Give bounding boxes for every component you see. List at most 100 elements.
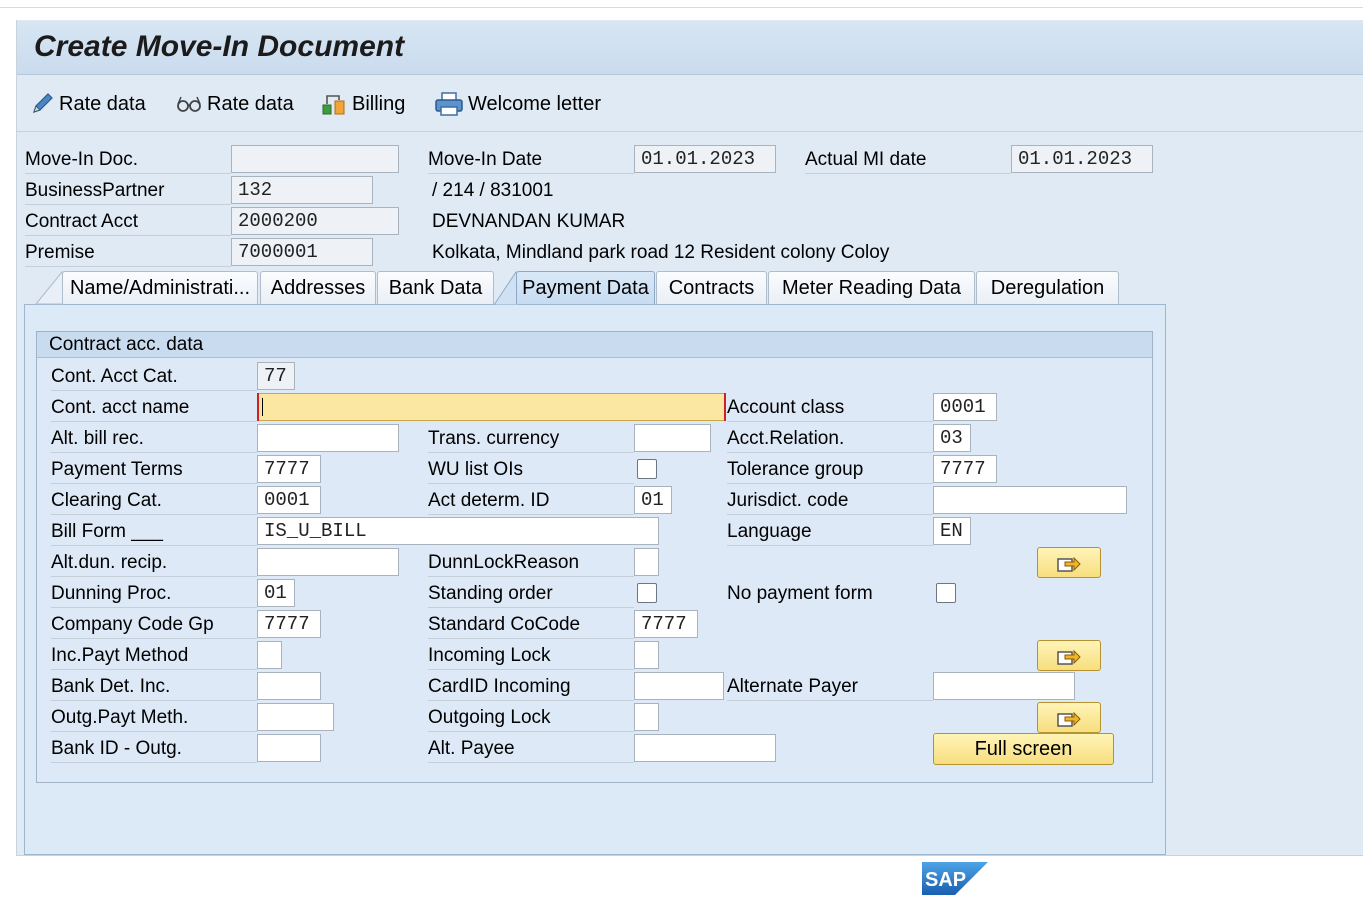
tab-name-administration[interactable]: Name/Administrati... bbox=[62, 271, 258, 304]
tab-deregulation[interactable]: Deregulation bbox=[976, 271, 1119, 304]
printer-icon bbox=[435, 92, 463, 116]
bill-form-label: Bill Form ___ bbox=[51, 518, 257, 546]
cont-acct-cat-label: Cont. Acct Cat. bbox=[51, 363, 257, 391]
rate-data-edit-button[interactable]: Rate data bbox=[31, 90, 146, 118]
dunning-proc-label: Dunning Proc. bbox=[51, 580, 257, 608]
full-screen-button[interactable]: Full screen bbox=[933, 733, 1114, 765]
account-class-field[interactable]: 0001 bbox=[933, 393, 997, 421]
cardid-incoming-label: CardID Incoming bbox=[428, 673, 634, 701]
payment-terms-field[interactable]: 7777 bbox=[257, 455, 321, 483]
rate-data-display-button[interactable]: Rate data bbox=[175, 90, 294, 118]
alt-dun-recip-field[interactable] bbox=[257, 548, 399, 576]
bank-id-outg-label: Bank ID - Outg. bbox=[51, 735, 257, 763]
billing-icon bbox=[322, 95, 345, 115]
cont-acct-cat-field[interactable]: 77 bbox=[257, 362, 295, 390]
outgoing-lock-label: Outgoing Lock bbox=[428, 704, 634, 732]
tab-meter-reading-data[interactable]: Meter Reading Data bbox=[768, 271, 975, 304]
payment-terms-label: Payment Terms bbox=[51, 456, 257, 484]
wu-list-ois-checkbox[interactable] bbox=[637, 459, 657, 479]
contract-acct-field[interactable]: 2000200 bbox=[231, 207, 399, 235]
act-determ-id-field[interactable]: 01 bbox=[634, 486, 672, 514]
premise-address-text: Kolkata, Mindland park road 12 Resident … bbox=[432, 242, 890, 263]
act-determ-id-label: Act determ. ID bbox=[428, 487, 634, 515]
language-field[interactable]: EN bbox=[933, 517, 971, 545]
move-in-doc-field[interactable] bbox=[231, 145, 399, 173]
contract-acct-name-text: DEVNANDAN KUMAR bbox=[432, 211, 626, 232]
move-in-date-field[interactable]: 01.01.2023 bbox=[634, 145, 776, 173]
detail-button-2[interactable] bbox=[1037, 640, 1101, 671]
bank-det-inc-label: Bank Det. Inc. bbox=[51, 673, 257, 701]
standard-cocode-field[interactable]: 7777 bbox=[634, 610, 698, 638]
cardid-incoming-field[interactable] bbox=[634, 672, 724, 700]
detail-arrow-icon bbox=[1057, 711, 1081, 727]
move-in-date-label: Move-In Date bbox=[428, 146, 634, 174]
tolerance-group-field[interactable]: 7777 bbox=[933, 455, 997, 483]
dunning-proc-field[interactable]: 01 bbox=[257, 579, 295, 607]
jurisdict-code-field[interactable] bbox=[933, 486, 1127, 514]
tab-bank-data[interactable]: Bank Data bbox=[377, 271, 494, 304]
active-tab-slant bbox=[494, 271, 518, 305]
outg-payt-meth-field[interactable] bbox=[257, 703, 334, 731]
tab-contracts[interactable]: Contracts bbox=[656, 271, 767, 304]
rate-data-edit-label: Rate data bbox=[59, 92, 146, 115]
actual-mi-date-field[interactable]: 01.01.2023 bbox=[1011, 145, 1153, 173]
jurisdict-code-label: Jurisdict. code bbox=[727, 487, 933, 515]
bank-det-inc-field[interactable] bbox=[257, 672, 321, 700]
business-partner-label: BusinessPartner bbox=[25, 177, 231, 205]
standing-order-checkbox[interactable] bbox=[637, 583, 657, 603]
group-title: Contract acc. data bbox=[49, 334, 204, 355]
outg-payt-meth-label: Outg.Payt Meth. bbox=[51, 704, 257, 732]
text-cursor bbox=[262, 398, 263, 416]
alt-dun-recip-label: Alt.dun. recip. bbox=[51, 549, 257, 577]
alt-payee-field[interactable] bbox=[634, 734, 776, 762]
inc-payt-method-field[interactable] bbox=[257, 641, 282, 669]
alt-payee-label: Alt. Payee bbox=[428, 735, 634, 763]
alternate-payer-field[interactable] bbox=[933, 672, 1075, 700]
business-partner-field[interactable]: 132 bbox=[231, 176, 373, 204]
focus-brackets bbox=[257, 393, 726, 421]
alt-bill-rec-field[interactable] bbox=[257, 424, 399, 452]
cont-acct-name-label: Cont. acct name bbox=[51, 394, 257, 422]
incoming-lock-field[interactable] bbox=[634, 641, 659, 669]
trans-currency-field[interactable] bbox=[634, 424, 711, 452]
inc-payt-method-label: Inc.Payt Method bbox=[51, 642, 257, 670]
group-header bbox=[37, 332, 1152, 358]
tab-payment-data[interactable]: Payment Data bbox=[516, 271, 655, 304]
detail-button-1[interactable] bbox=[1037, 547, 1101, 578]
dunn-lock-reason-field[interactable] bbox=[634, 548, 659, 576]
bill-form-field[interactable]: IS_U_BILL bbox=[257, 517, 659, 545]
detail-button-3[interactable] bbox=[1037, 702, 1101, 733]
premise-field[interactable]: 7000001 bbox=[231, 238, 373, 266]
acct-relation-field[interactable]: 03 bbox=[933, 424, 971, 452]
acct-relation-label: Acct.Relation. bbox=[727, 425, 933, 453]
footer bbox=[0, 857, 1363, 902]
bank-id-outg-field[interactable] bbox=[257, 734, 321, 762]
clearing-cat-label: Clearing Cat. bbox=[51, 487, 257, 515]
billing-label: Billing bbox=[352, 92, 406, 115]
welcome-letter-label: Welcome letter bbox=[468, 92, 602, 115]
alt-bill-rec-label: Alt. bill rec. bbox=[51, 425, 257, 453]
alternate-payer-label: Alternate Payer bbox=[727, 673, 933, 701]
tab-addresses[interactable]: Addresses bbox=[260, 271, 376, 304]
detail-arrow-icon bbox=[1057, 649, 1081, 665]
clearing-cat-field[interactable]: 0001 bbox=[257, 486, 321, 514]
company-code-gp-label: Company Code Gp bbox=[51, 611, 257, 639]
tolerance-group-label: Tolerance group bbox=[727, 456, 933, 484]
billing-button[interactable]: Billing bbox=[320, 90, 405, 118]
svg-text:SAP: SAP bbox=[925, 869, 966, 891]
no-payment-form-checkbox[interactable] bbox=[936, 583, 956, 603]
welcome-letter-button[interactable]: Welcome letter bbox=[434, 90, 601, 118]
bp-address-text: / 214 / 831001 bbox=[432, 180, 554, 201]
tab-scroll-left-icon[interactable] bbox=[34, 271, 64, 305]
language-label: Language bbox=[727, 518, 933, 546]
account-class-label: Account class bbox=[727, 394, 933, 422]
page-title: Create Move-In Document bbox=[34, 30, 405, 63]
sap-logo: SAP bbox=[922, 862, 988, 895]
premise-label: Premise bbox=[25, 239, 231, 267]
pencil-icon bbox=[33, 93, 53, 113]
detail-arrow-icon bbox=[1057, 556, 1081, 572]
company-code-gp-field[interactable]: 7777 bbox=[257, 610, 321, 638]
outgoing-lock-field[interactable] bbox=[634, 703, 659, 731]
move-in-doc-label: Move-In Doc. bbox=[25, 146, 231, 174]
dunn-lock-reason-label: DunnLockReason bbox=[428, 549, 634, 577]
